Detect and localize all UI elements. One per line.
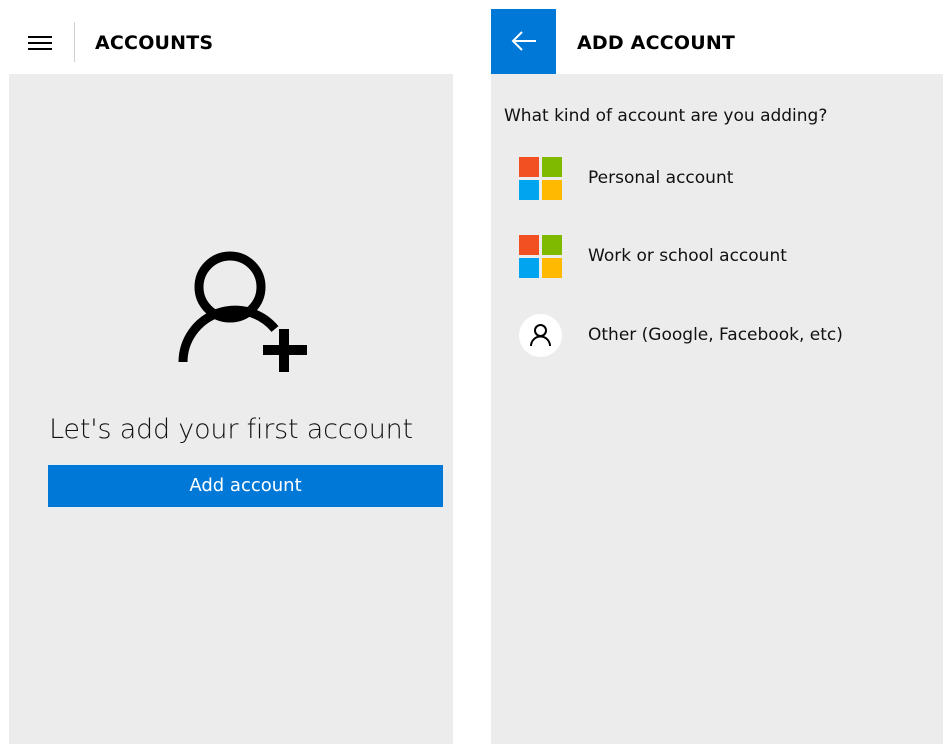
empty-state-message: Let's add your first account bbox=[49, 414, 413, 445]
add-account-header: ADD ACCOUNT bbox=[491, 0, 943, 74]
microsoft-logo-icon bbox=[519, 235, 562, 278]
page-title: ADD ACCOUNT bbox=[577, 32, 736, 54]
work-school-account-option[interactable]: Work or school account bbox=[491, 226, 943, 288]
microsoft-logo-icon bbox=[519, 157, 562, 200]
account-type-panel: What kind of account are you adding? Per… bbox=[491, 74, 943, 744]
back-button[interactable] bbox=[491, 9, 556, 74]
accounts-empty-panel: Let's add your first account Add account bbox=[9, 74, 453, 744]
add-account-screen: ADD ACCOUNT What kind of account are you… bbox=[491, 0, 943, 744]
accounts-screen: ACCOUNTS Let's add your first account Ad… bbox=[0, 0, 453, 744]
person-add-icon bbox=[178, 251, 307, 372]
personal-account-option[interactable]: Personal account bbox=[491, 148, 943, 210]
header-divider bbox=[74, 22, 75, 62]
option-label: Personal account bbox=[588, 168, 734, 188]
person-icon bbox=[519, 314, 562, 357]
option-label: Work or school account bbox=[588, 246, 787, 266]
add-account-button[interactable]: Add account bbox=[48, 465, 443, 507]
accounts-header: ACCOUNTS bbox=[0, 0, 453, 74]
option-label: Other (Google, Facebook, etc) bbox=[588, 325, 843, 345]
account-type-question: What kind of account are you adding? bbox=[504, 106, 828, 126]
hamburger-menu-icon[interactable] bbox=[26, 35, 54, 51]
back-arrow-icon bbox=[511, 31, 536, 51]
other-account-option[interactable]: Other (Google, Facebook, etc) bbox=[491, 305, 943, 367]
page-title: ACCOUNTS bbox=[95, 32, 214, 54]
